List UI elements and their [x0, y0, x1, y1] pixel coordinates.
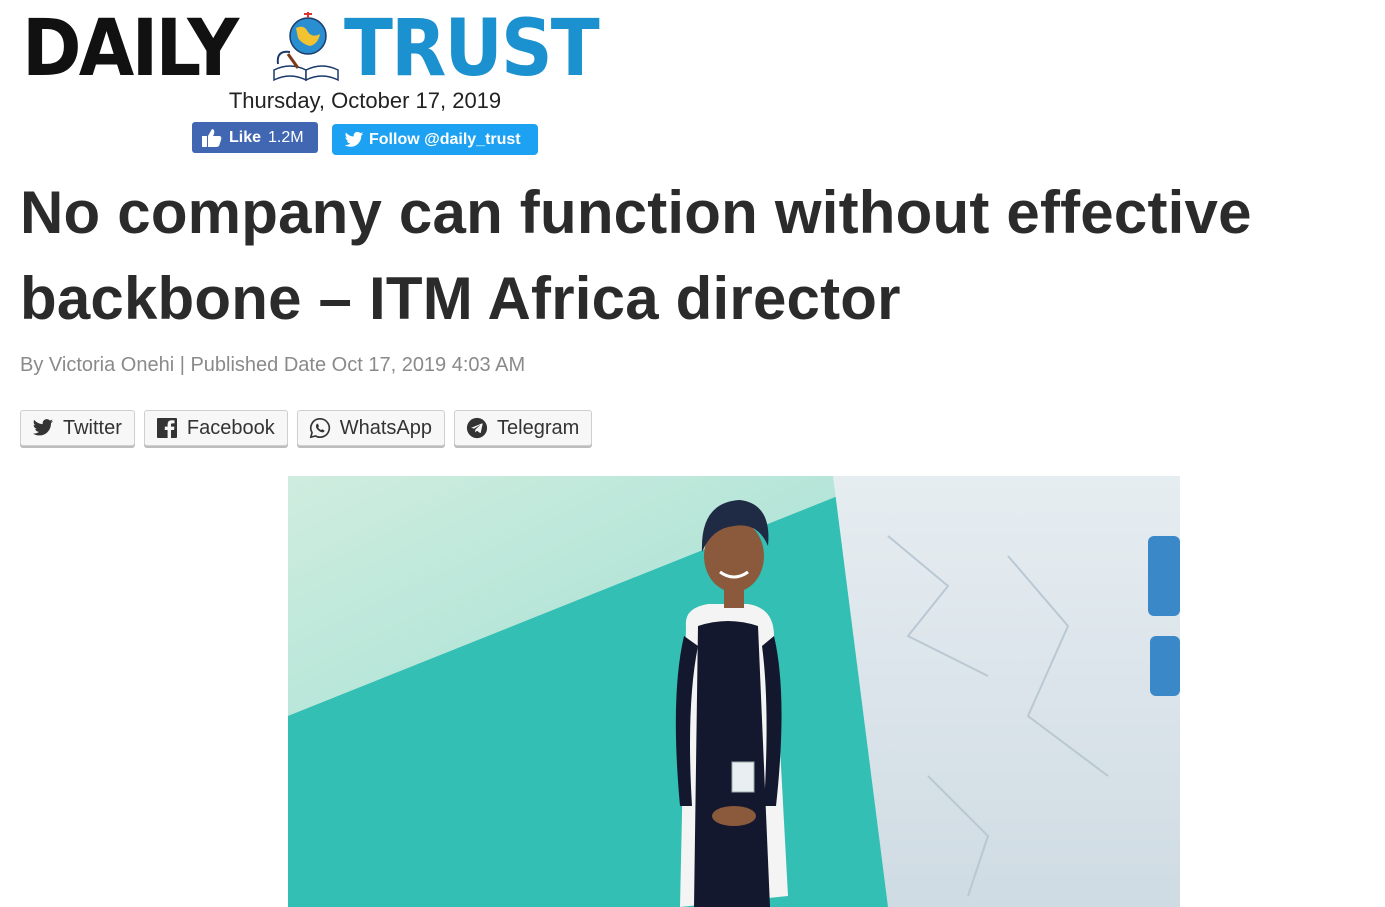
- share-facebook-button[interactable]: Facebook: [143, 410, 288, 446]
- whatsapp-icon: [309, 418, 330, 439]
- share-telegram-label: Telegram: [497, 416, 580, 439]
- telegram-icon: [466, 417, 488, 439]
- share-facebook-label: Facebook: [186, 416, 275, 439]
- facebook-icon: [156, 418, 177, 439]
- share-twitter-button[interactable]: Twitter: [20, 410, 135, 446]
- twitter-follow-button[interactable]: Follow @daily_trust: [332, 124, 538, 155]
- twitter-bird-icon: [344, 131, 364, 147]
- article-hero-photo[interactable]: [288, 476, 1180, 907]
- like-label: Like: [229, 128, 262, 146]
- facebook-like-button[interactable]: Like 1.2M: [192, 122, 318, 153]
- logo-trust-text: TRUST: [344, 4, 600, 94]
- logo-daily-text: DAILY: [22, 4, 239, 94]
- globe-book-emblem-icon: [273, 12, 339, 82]
- thumbs-up-icon: [202, 128, 222, 147]
- share-whatsapp-label: WhatsApp: [339, 416, 433, 439]
- share-telegram-button[interactable]: Telegram: [454, 410, 593, 446]
- article-headline: No company can function without effectiv…: [20, 179, 1252, 332]
- share-twitter-label: Twitter: [63, 416, 122, 439]
- share-whatsapp-button[interactable]: WhatsApp: [296, 410, 446, 446]
- current-date: Thursday, October 17, 2019: [228, 88, 502, 113]
- like-count: 1.2M: [268, 128, 304, 146]
- site-logo[interactable]: DAILY TRUST: [22, 8, 622, 88]
- twitter-follow-label: Follow @daily_trust: [369, 130, 521, 148]
- article-byline: By Victoria Onehi | Published Date Oct 1…: [20, 354, 526, 376]
- share-buttons: Twitter Facebook WhatsApp Telegram: [20, 410, 593, 446]
- twitter-icon: [32, 419, 54, 436]
